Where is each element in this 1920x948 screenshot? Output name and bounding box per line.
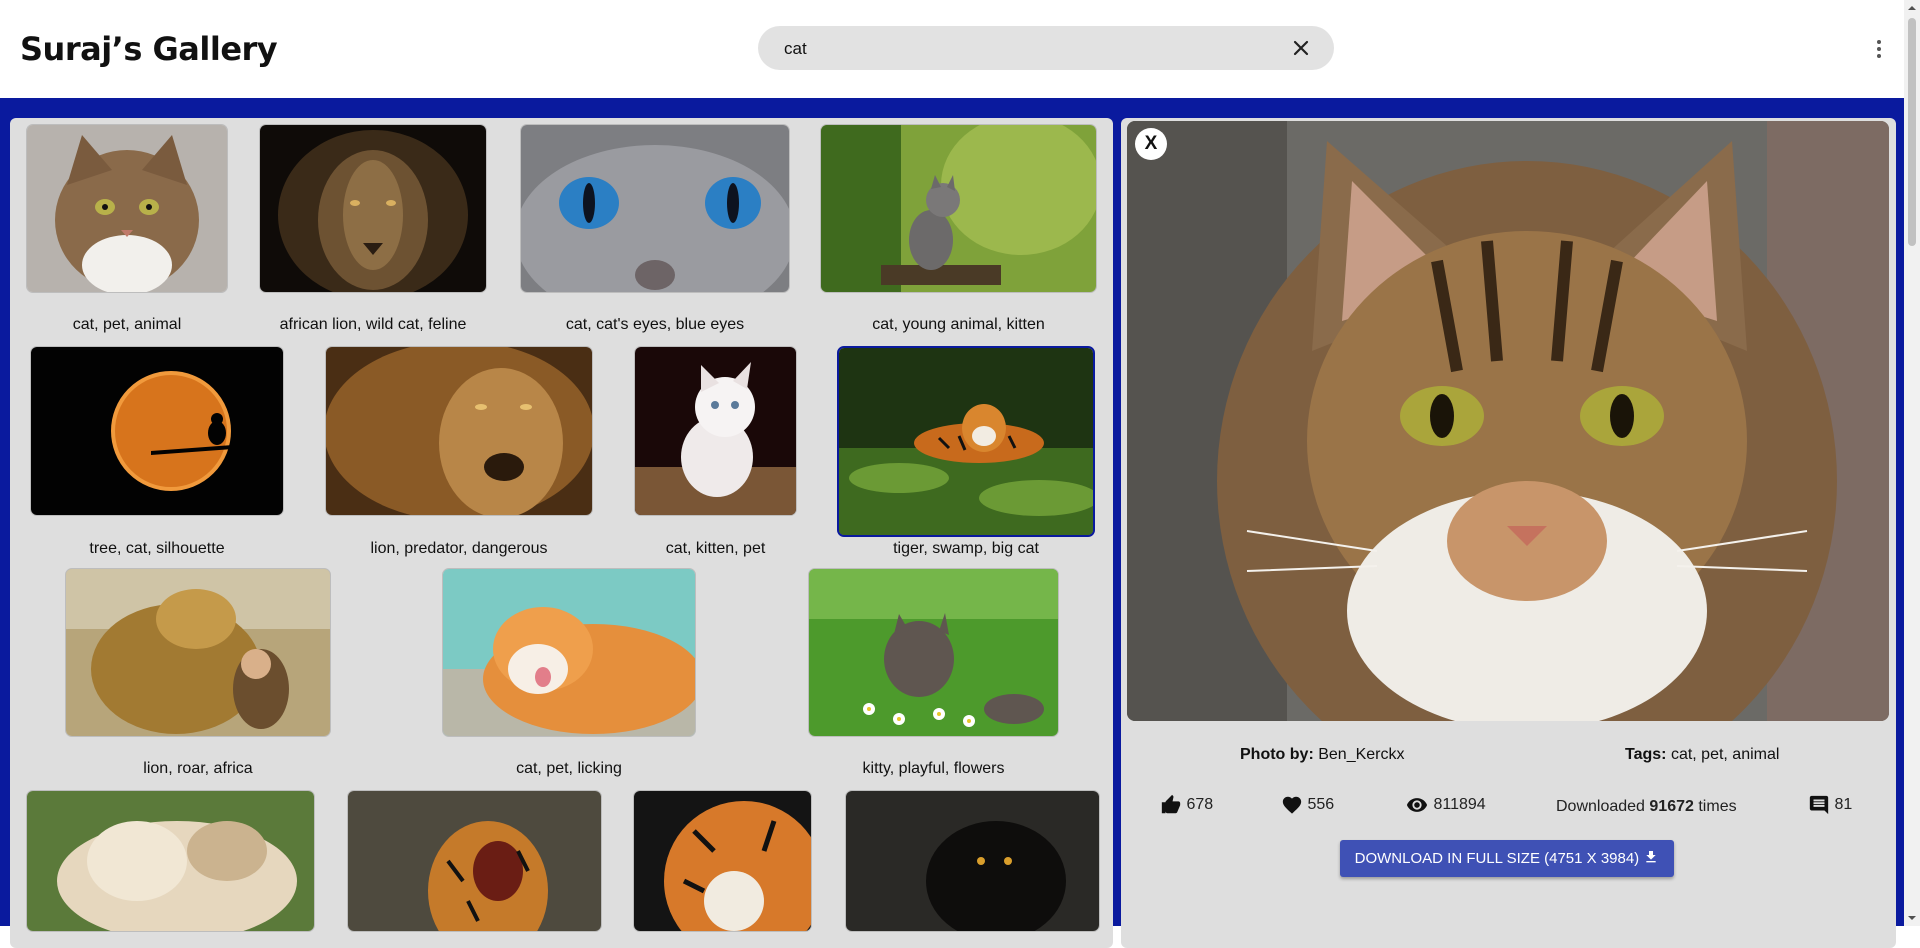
kitten-in-flowers-thumbnail[interactable] bbox=[808, 568, 1059, 737]
downloads-count: 91672 bbox=[1649, 798, 1694, 815]
thumb-up-icon bbox=[1161, 794, 1181, 814]
photo-by-label: Photo by: bbox=[1240, 746, 1314, 763]
tags-value: cat, pet, animal bbox=[1670, 746, 1780, 763]
dark-lion-thumbnail[interactable] bbox=[259, 124, 487, 293]
heart-icon bbox=[1282, 796, 1302, 814]
main-area: cat, pet, animal african lion, wild cat,… bbox=[0, 98, 1904, 948]
likes-stat: 678 bbox=[1160, 794, 1213, 816]
image-caption: cat, cat's eyes, blue eyes bbox=[565, 316, 745, 333]
photo-credit: Photo by: Ben_Kerckx bbox=[1240, 746, 1404, 764]
image-caption: cat, pet, licking bbox=[516, 760, 622, 777]
views-stat: 811894 bbox=[1405, 794, 1486, 816]
downloads-stat: Downloaded 91672 times bbox=[1556, 798, 1737, 816]
image-caption: tree, cat, silhouette bbox=[89, 540, 225, 557]
views-count: 811894 bbox=[1433, 796, 1486, 814]
scroll-up-icon[interactable] bbox=[1904, 0, 1920, 16]
comments-stat: 81 bbox=[1808, 794, 1852, 816]
image-caption: lion, roar, africa bbox=[143, 760, 253, 777]
comment-icon bbox=[1809, 795, 1829, 815]
lion-and-girl-thumbnail[interactable] bbox=[65, 568, 331, 737]
blue-eyed-cat-thumbnail[interactable] bbox=[520, 124, 790, 293]
image-tags: Tags: cat, pet, animal bbox=[1625, 746, 1779, 764]
black-cat-thumbnail[interactable] bbox=[845, 790, 1100, 932]
downloaded-prefix: Downloaded bbox=[1556, 798, 1645, 815]
image-detail-panel: X Photo by: Ben_Kerckx Tags: cat, pet, a… bbox=[1121, 118, 1896, 948]
close-detail-button[interactable]: X bbox=[1135, 128, 1167, 160]
scroll-down-icon[interactable] bbox=[1904, 910, 1920, 926]
app-title: Suraj’s Gallery bbox=[20, 30, 278, 68]
lion-mane-thumbnail[interactable] bbox=[325, 346, 593, 516]
tiger-swamp-thumbnail[interactable] bbox=[837, 346, 1095, 537]
eye-icon bbox=[1406, 798, 1428, 812]
tags-label: Tags: bbox=[1625, 746, 1667, 763]
downloaded-suffix: times bbox=[1698, 798, 1737, 815]
tiger-face-thumbnail[interactable] bbox=[633, 790, 812, 932]
image-caption: kitty, playful, flowers bbox=[862, 760, 1005, 777]
favorites-stat: 556 bbox=[1281, 794, 1334, 816]
likes-count: 678 bbox=[1186, 796, 1214, 814]
kitten-on-branch-thumbnail[interactable] bbox=[820, 124, 1097, 293]
image-caption: cat, young animal, kitten bbox=[872, 316, 1045, 333]
tabby-cat-thumbnail[interactable] bbox=[26, 124, 228, 293]
cat-and-dog-thumbnail[interactable] bbox=[26, 790, 315, 932]
white-kitten-thumbnail[interactable] bbox=[634, 346, 797, 516]
photo-author[interactable]: Ben_Kerckx bbox=[1318, 746, 1404, 763]
app-header: Suraj’s Gallery bbox=[0, 0, 1904, 98]
more-vert-icon[interactable] bbox=[1866, 36, 1892, 62]
moon-silhouette-thumbnail[interactable] bbox=[30, 346, 284, 516]
image-caption: lion, predator, dangerous bbox=[370, 540, 548, 557]
page-scrollbar[interactable] bbox=[1904, 0, 1920, 926]
download-icon bbox=[1646, 851, 1657, 863]
image-caption: cat, kitten, pet bbox=[665, 540, 766, 557]
search-input[interactable] bbox=[782, 26, 1266, 72]
search-bar[interactable] bbox=[758, 26, 1334, 72]
download-full-size-button[interactable]: DOWNLOAD IN FULL SIZE (4751 X 3984) bbox=[1340, 840, 1674, 877]
roaring-tiger-thumbnail[interactable] bbox=[347, 790, 602, 932]
ginger-cat-licking-thumbnail[interactable] bbox=[442, 568, 696, 737]
comments-count: 81 bbox=[1834, 796, 1853, 814]
image-caption: tiger, swamp, big cat bbox=[893, 540, 1039, 557]
gallery-grid[interactable]: cat, pet, animal african lion, wild cat,… bbox=[10, 118, 1113, 948]
scrollbar-thumb[interactable] bbox=[1908, 18, 1916, 246]
close-icon[interactable] bbox=[1288, 35, 1314, 61]
favorites-count: 556 bbox=[1307, 796, 1335, 814]
image-caption: cat, pet, animal bbox=[72, 316, 182, 333]
download-button-label: DOWNLOAD IN FULL SIZE (4751 X 3984) bbox=[1354, 850, 1640, 867]
image-caption: african lion, wild cat, feline bbox=[279, 316, 467, 333]
selected-image-preview bbox=[1127, 121, 1889, 721]
